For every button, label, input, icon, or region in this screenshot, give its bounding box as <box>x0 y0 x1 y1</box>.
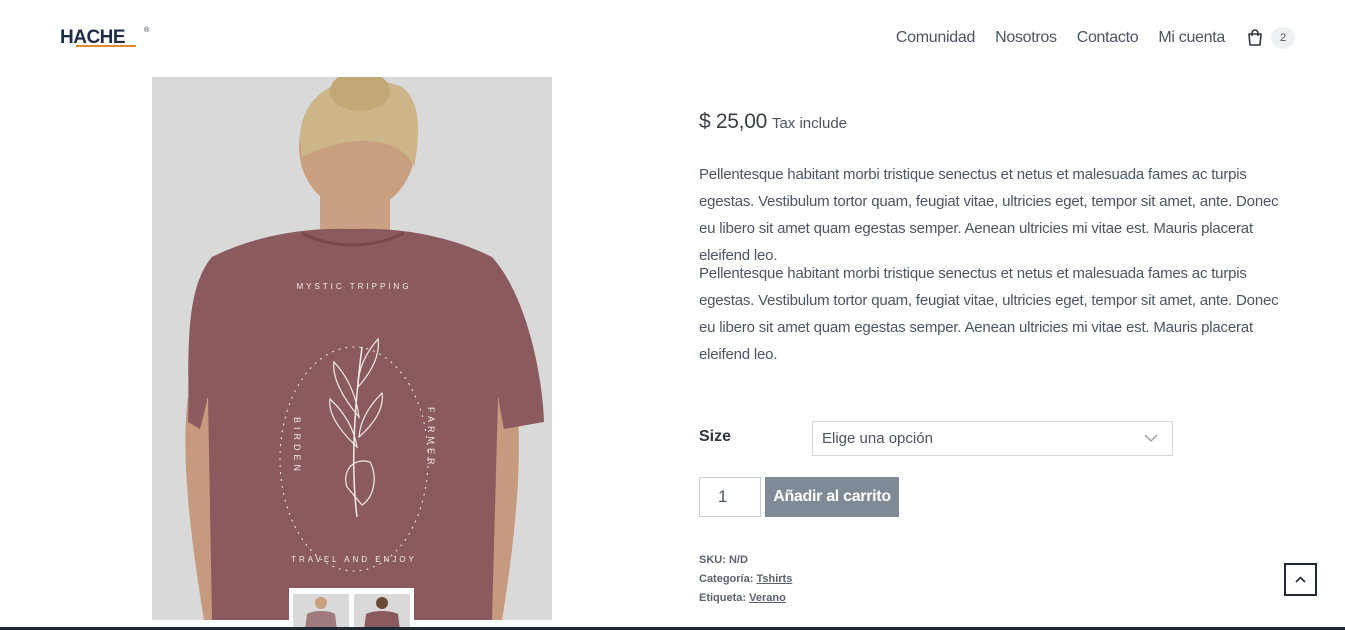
quantity-input[interactable]: 1 <box>699 477 761 517</box>
main-nav: Comunidad Nosotros Contacto Mi cuenta 2 <box>876 24 1295 52</box>
thumbnail-back[interactable] <box>354 594 410 630</box>
product-sku: SKU: N/D <box>699 554 748 566</box>
cart-count-badge: 2 <box>1271 27 1295 49</box>
category-link[interactable]: Tshirts <box>756 573 792 585</box>
product-description-1: Pellentesque habitant morbi tristique se… <box>699 166 1279 264</box>
site-header: HACHE ® Comunidad Nosotros Contacto Mi c… <box>0 0 1345 77</box>
scroll-to-top-button[interactable] <box>1284 563 1317 596</box>
product-image[interactable]: MYSTIC TRIPPING TRAVEL AND ENJOY BIRDEN … <box>152 77 552 620</box>
nav-link-mi-cuenta[interactable]: Mi cuenta <box>1158 29 1225 47</box>
thumbnail-front[interactable] <box>293 594 349 630</box>
nav-link-comunidad[interactable]: Comunidad <box>896 29 975 47</box>
tag-label: Etiqueta: <box>699 592 747 604</box>
size-label: Size <box>699 428 732 445</box>
product-price: $ 25,00 <box>699 110 767 133</box>
product-description-2: Pellentesque habitant morbi tristique se… <box>699 265 1279 363</box>
add-to-cart-button[interactable]: Añadir al carrito <box>765 477 899 517</box>
size-select[interactable]: Elige una opción <box>812 421 1173 456</box>
tag-link[interactable]: Verano <box>749 592 786 604</box>
nav-link-contacto[interactable]: Contacto <box>1077 29 1139 47</box>
chevron-up-icon <box>1295 576 1306 583</box>
tax-note: Tax include <box>771 115 848 132</box>
quantity-value: 1 <box>718 487 728 506</box>
site-logo[interactable]: HACHE ® <box>60 27 152 51</box>
logo-underline <box>76 45 136 47</box>
print-text-left: BIRDEN <box>292 417 302 475</box>
chevron-down-icon <box>1144 434 1158 442</box>
nav-link-nosotros[interactable]: Nosotros <box>995 29 1057 47</box>
print-text-right: FARMER <box>426 407 436 469</box>
product-tag: Etiqueta: Verano <box>699 592 786 604</box>
sku-value: N/D <box>728 554 748 566</box>
print-text-top: MYSTIC TRIPPING <box>296 282 411 291</box>
product-category: Categoría: Tshirts <box>699 573 792 585</box>
cart-icon <box>1248 29 1262 46</box>
cart-button[interactable]: 2 <box>1245 27 1295 49</box>
price-row: $ 25,00 Tax include <box>699 110 847 134</box>
sku-label: SKU: <box>699 554 726 566</box>
logo-registered-mark: ® <box>144 27 150 34</box>
gallery-thumbnails <box>289 588 414 630</box>
size-select-value: Elige una opción <box>822 430 933 447</box>
print-text-bottom: TRAVEL AND ENJOY <box>291 555 417 564</box>
product-photo: MYSTIC TRIPPING TRAVEL AND ENJOY BIRDEN … <box>152 77 552 620</box>
category-label: Categoría: <box>699 573 754 585</box>
